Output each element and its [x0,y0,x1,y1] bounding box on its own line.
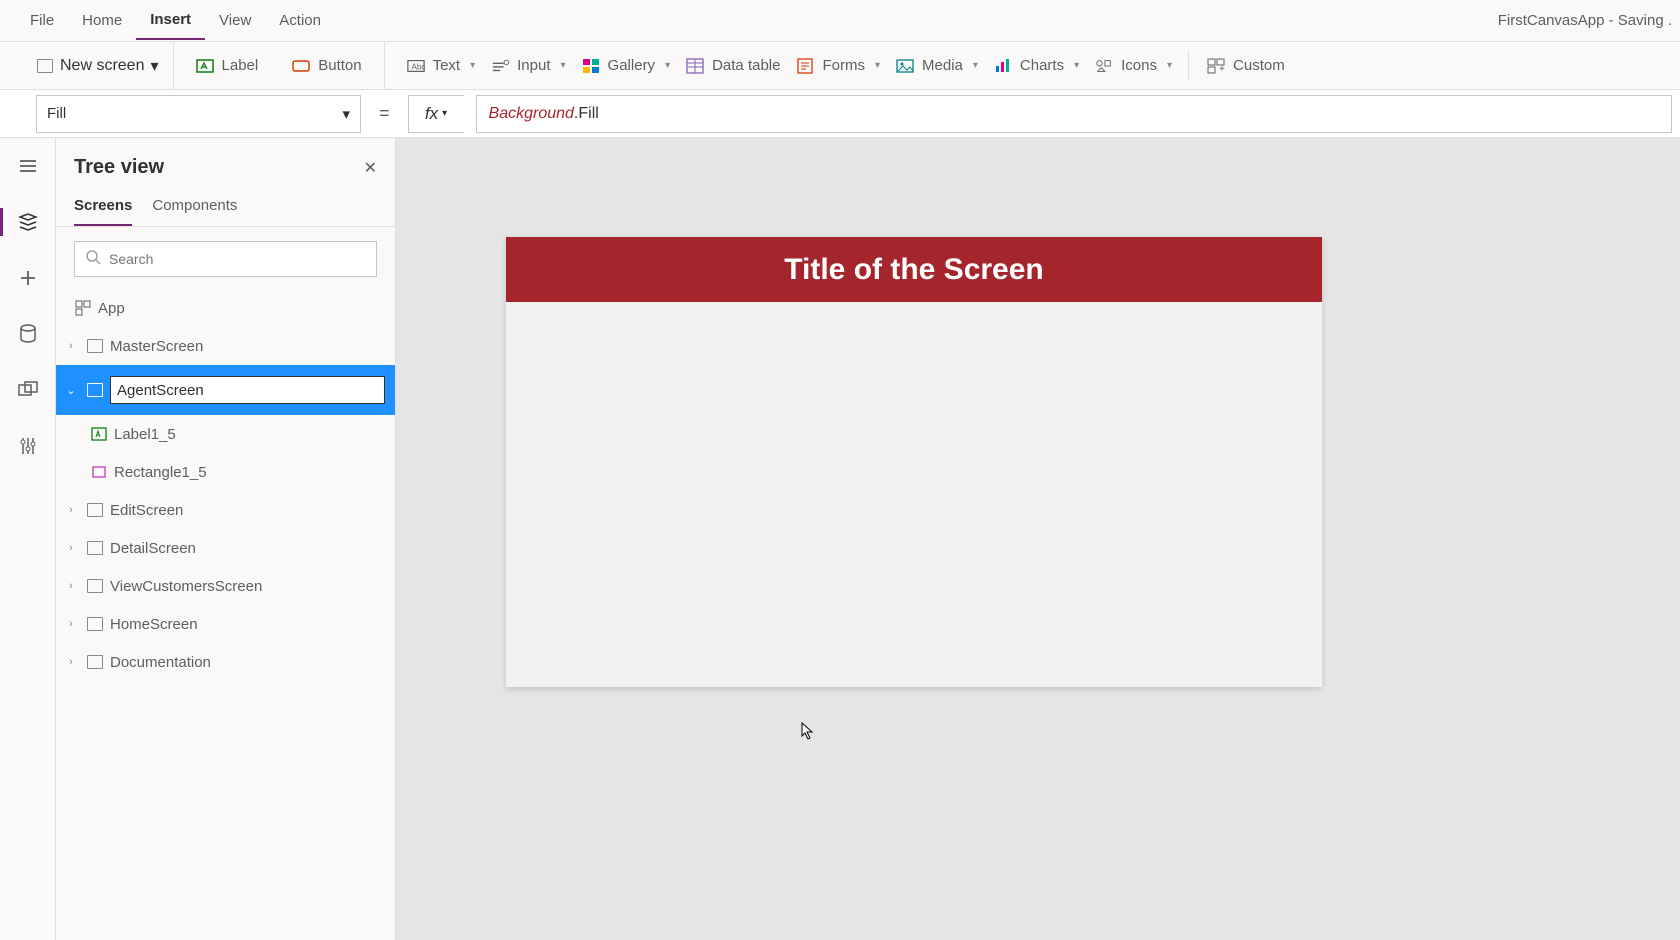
canvas-area[interactable]: Title of the Screen [396,138,1680,940]
chevron-down-icon: ▾ [875,60,880,71]
close-icon[interactable]: ✕ [364,158,377,178]
formula-bar: Fill ▾ = fx▾ Background.Fill [0,90,1680,138]
caret-icon: › [62,618,80,630]
gallery-icon [582,57,600,75]
custom-icon: + [1207,57,1225,75]
insert-button[interactable] [8,262,48,294]
hamburger-button[interactable] [8,150,48,182]
svg-text:+: + [1219,64,1225,74]
chevron-down-icon: ▾ [973,60,978,71]
ribbon-new-screen[interactable]: New screen▾ [24,42,174,89]
tree-item-masterscreen[interactable]: › MasterScreen [56,327,395,365]
search-box[interactable] [74,241,377,277]
ribbon-custom[interactable]: + Custom [1188,51,1293,81]
caret-icon: › [62,580,80,592]
advanced-button[interactable] [8,430,48,462]
icons-icon [1095,57,1113,75]
search-icon [85,249,101,270]
ribbon-media[interactable]: Media▾ [888,51,986,81]
app-status: FirstCanvasApp - Saving . [1498,12,1672,29]
tree-item-label1-5[interactable]: Label1_5 [56,415,395,453]
rectangle-icon [90,464,108,480]
tree-view-title: Tree view [74,156,164,179]
data-button[interactable] [8,318,48,350]
screen-icon [86,578,104,594]
property-selector[interactable]: Fill ▾ [36,95,361,133]
forms-icon [796,57,814,75]
fx-button[interactable]: fx▾ [408,95,464,133]
ribbon-input[interactable]: Input▾ [483,51,573,81]
input-icon [491,57,509,75]
screen-icon [86,540,104,556]
rename-input[interactable] [110,376,385,404]
table-icon [686,57,704,75]
left-rail [0,138,56,940]
tree-view-panel: Tree view ✕ Screens Components App [56,138,396,940]
tree-app-node[interactable]: App [56,289,395,327]
chevron-down-icon: ▾ [561,60,566,71]
screen-icon [86,616,104,632]
media-icon [896,57,914,75]
tree-item-detailscreen[interactable]: › DetailScreen [56,529,395,567]
ribbon-text[interactable]: Abc Text▾ [399,51,484,81]
screen-icon [86,382,104,398]
ribbon-button[interactable]: Button [284,51,369,81]
caret-down-icon: ⌄ [62,384,80,397]
search-input[interactable] [109,251,366,267]
chevron-down-icon: ▾ [150,56,158,76]
ribbon-data-table[interactable]: Data table [678,51,788,81]
screen-icon [86,338,104,354]
ribbon: New screen▾ Label Button Abc Text▾ Input… [0,42,1680,90]
tree-item-viewcustomersscreen[interactable]: › ViewCustomersScreen [56,567,395,605]
ribbon-forms[interactable]: Forms▾ [788,51,888,81]
top-menu-bar: File Home Insert View Action FirstCanvas… [0,0,1680,42]
chevron-down-icon: ▾ [470,60,475,71]
menu-view[interactable]: View [205,2,265,39]
screen-icon [86,654,104,670]
ribbon-icons[interactable]: Icons▾ [1087,51,1180,81]
canvas-screen[interactable]: Title of the Screen [506,237,1322,687]
tab-screens[interactable]: Screens [74,189,132,226]
screen-icon [36,57,54,75]
svg-text:Abc: Abc [411,62,425,71]
screen-icon [86,502,104,518]
caret-icon: › [62,656,80,668]
app-icon [74,300,92,316]
media-rail-button[interactable] [8,374,48,406]
menu-insert[interactable]: Insert [136,1,205,40]
formula-input[interactable]: Background.Fill [476,95,1672,133]
label-icon [196,57,214,75]
tree-item-documentation[interactable]: › Documentation [56,643,395,681]
caret-icon: › [62,340,80,352]
ribbon-label[interactable]: Label [188,51,267,81]
menu-action[interactable]: Action [265,2,335,39]
tree-item-editscreen[interactable]: › EditScreen [56,491,395,529]
chevron-down-icon: ▾ [342,105,350,123]
chevron-down-icon: ▾ [665,60,670,71]
caret-icon: › [62,542,80,554]
menu-file[interactable]: File [16,2,68,39]
label-icon [90,426,108,442]
ribbon-charts[interactable]: Charts▾ [986,51,1087,81]
tab-components[interactable]: Components [152,189,237,226]
text-icon: Abc [407,57,425,75]
tree-item-rectangle1-5[interactable]: Rectangle1_5 [56,453,395,491]
tree-item-agentscreen[interactable]: ⌄ [56,365,395,415]
caret-icon: › [62,504,80,516]
tree-view-button[interactable] [8,206,48,238]
cursor-icon [801,722,815,745]
charts-icon [994,57,1012,75]
button-icon [292,57,310,75]
equals-sign: = [373,103,396,124]
menu-home[interactable]: Home [68,2,136,39]
chevron-down-icon: ▾ [1074,60,1079,71]
screen-title-bar[interactable]: Title of the Screen [506,237,1322,302]
chevron-down-icon: ▾ [1167,60,1172,71]
ribbon-gallery[interactable]: Gallery▾ [574,51,679,81]
tree-item-homescreen[interactable]: › HomeScreen [56,605,395,643]
